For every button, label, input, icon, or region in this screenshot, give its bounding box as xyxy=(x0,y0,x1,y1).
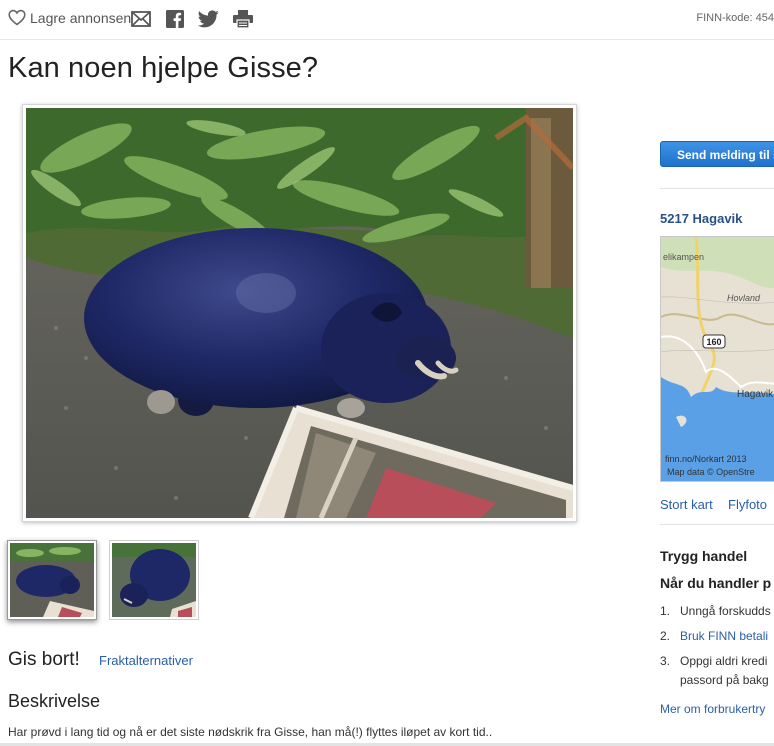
send-message-button[interactable]: Send melding til s xyxy=(660,141,774,167)
top-toolbar: Lagre annonsen FINN-kode: 454 xyxy=(0,0,774,40)
location-map[interactable]: 160 elikampen Hovland Hagavik finn.no/No… xyxy=(660,236,774,482)
safe-trade-tip: 3. Oppgi aldri kredi xyxy=(660,654,767,668)
mail-icon[interactable] xyxy=(131,11,151,27)
freight-options-link[interactable]: Fraktalternativer xyxy=(99,653,193,668)
road-number-label: 160 xyxy=(706,337,721,347)
location-label: 5217 Hagavik xyxy=(660,211,743,226)
thumbnail-image xyxy=(112,543,196,617)
description-text: Har prøvd i lang tid og nå er det siste … xyxy=(8,725,493,739)
sidebar-divider xyxy=(660,524,774,525)
tip-text: Oppgi aldri kredi xyxy=(680,654,768,668)
facebook-icon[interactable] xyxy=(166,10,184,28)
aerial-photo-link[interactable]: Flyfoto xyxy=(728,497,767,512)
save-ad-label: Lagre annonsen xyxy=(30,9,132,26)
thumbnail-2[interactable] xyxy=(109,540,199,620)
map-place-label: elikampen xyxy=(663,252,704,262)
thumbnail-image xyxy=(10,543,94,617)
map-image: 160 elikampen Hovland Hagavik finn.no/No… xyxy=(661,237,774,481)
large-map-link[interactable]: Stort kart xyxy=(660,497,713,512)
sidebar-divider xyxy=(660,188,774,189)
tip-text: passord på bakg xyxy=(680,673,769,687)
safe-trade-tip: 1. Unngå forskudds xyxy=(660,604,771,618)
print-icon[interactable] xyxy=(233,10,253,28)
save-ad-button[interactable]: Lagre annonsen xyxy=(8,9,131,26)
safe-trade-heading: Trygg handel xyxy=(660,548,748,564)
tip-text: Unngå forskudds xyxy=(680,604,771,618)
tip-number: 1. xyxy=(660,604,671,618)
map-place-label: Hagavik xyxy=(737,389,774,400)
map-attribution: finn.no/Norkart 2013 xyxy=(665,454,747,464)
page-title: Kan noen hjelpe Gisse? xyxy=(8,52,319,84)
description-heading: Beskrivelse xyxy=(8,691,101,711)
map-place-label: Hovland xyxy=(727,293,761,303)
finn-code: FINN-kode: 454 xyxy=(696,12,774,24)
safe-trade-tip[interactable]: 2. Bruk FINN betali xyxy=(660,629,768,643)
pig-photo-image xyxy=(26,108,576,520)
map-attribution: Map data © OpenStre xyxy=(667,467,755,477)
more-consumer-safety-link[interactable]: Mer om forbrukertry xyxy=(660,702,765,716)
tip-link-text[interactable]: Bruk FINN betali xyxy=(680,629,768,643)
main-photo[interactable] xyxy=(22,104,577,522)
heart-icon xyxy=(8,9,26,26)
tip-number: 3. xyxy=(660,654,671,668)
safe-trade-subheading: Når du handler p xyxy=(660,575,772,591)
twitter-icon[interactable] xyxy=(198,10,219,28)
tip-number: 2. xyxy=(660,629,671,643)
price: Gis bort! xyxy=(8,649,80,670)
safe-trade-tip-continued: passord på bakg xyxy=(660,673,769,687)
thumbnail-1[interactable] xyxy=(7,540,97,620)
